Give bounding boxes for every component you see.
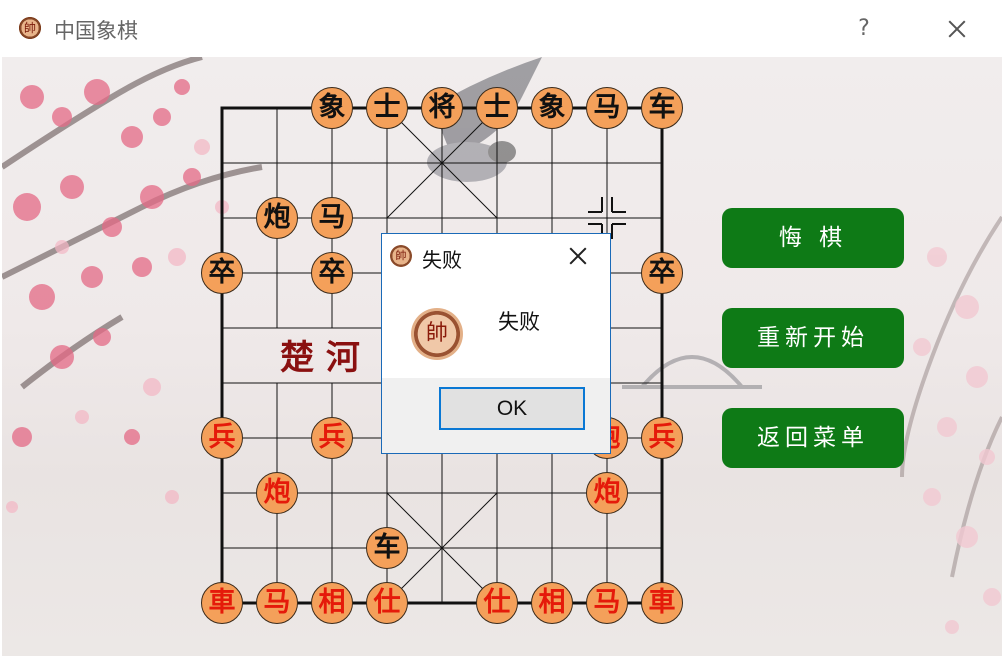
- piece-red[interactable]: 炮: [586, 472, 628, 514]
- piece-black[interactable]: 马: [311, 197, 353, 239]
- piece-red[interactable]: 马: [586, 582, 628, 624]
- app-icon: 帥: [19, 17, 41, 39]
- piece-red[interactable]: 相: [311, 582, 353, 624]
- piece-black[interactable]: 将: [421, 87, 463, 129]
- piece-black[interactable]: 卒: [311, 252, 353, 294]
- piece-black[interactable]: 士: [476, 87, 518, 129]
- piece-red[interactable]: 兵: [201, 417, 243, 459]
- shuai-badge-icon: 帥: [411, 308, 463, 360]
- undo-button[interactable]: 悔 棋: [722, 208, 904, 268]
- piece-black[interactable]: 卒: [201, 252, 243, 294]
- dialog-message: 失败: [498, 310, 540, 334]
- piece-black[interactable]: 马: [586, 87, 628, 129]
- piece-red[interactable]: 車: [201, 582, 243, 624]
- piece-black[interactable]: 象: [531, 87, 573, 129]
- piece-red[interactable]: 仕: [366, 582, 408, 624]
- piece-red[interactable]: 相: [531, 582, 573, 624]
- piece-black[interactable]: 车: [641, 87, 683, 129]
- dialog-close-button[interactable]: [563, 242, 593, 270]
- piece-black[interactable]: 车: [366, 527, 408, 569]
- piece-black[interactable]: 卒: [641, 252, 683, 294]
- back-to-menu-button[interactable]: 返回菜单: [722, 408, 904, 468]
- restart-button[interactable]: 重新开始: [722, 308, 904, 368]
- piece-red[interactable]: 車: [641, 582, 683, 624]
- piece-red[interactable]: 兵: [311, 417, 353, 459]
- piece-red[interactable]: 仕: [476, 582, 518, 624]
- dialog-title: 失败: [422, 248, 462, 272]
- river-label: 楚 河: [280, 338, 360, 378]
- piece-black[interactable]: 士: [366, 87, 408, 129]
- dialog-footer: OK: [382, 378, 610, 453]
- piece-red[interactable]: 马: [256, 582, 298, 624]
- defeat-dialog: 帥 失败 帥 失败 OK: [381, 233, 611, 454]
- help-button[interactable]: ?: [846, 12, 882, 46]
- dialog-app-icon: 帥: [390, 245, 412, 267]
- title-bar: 帥 中国象棋 ?: [0, 0, 1004, 57]
- ok-button[interactable]: OK: [439, 387, 585, 430]
- piece-red[interactable]: 炮: [256, 472, 298, 514]
- piece-black[interactable]: 象: [311, 87, 353, 129]
- piece-black[interactable]: 炮: [256, 197, 298, 239]
- piece-red[interactable]: 兵: [641, 417, 683, 459]
- window-title: 中国象棋: [54, 19, 138, 43]
- close-button[interactable]: [936, 12, 976, 46]
